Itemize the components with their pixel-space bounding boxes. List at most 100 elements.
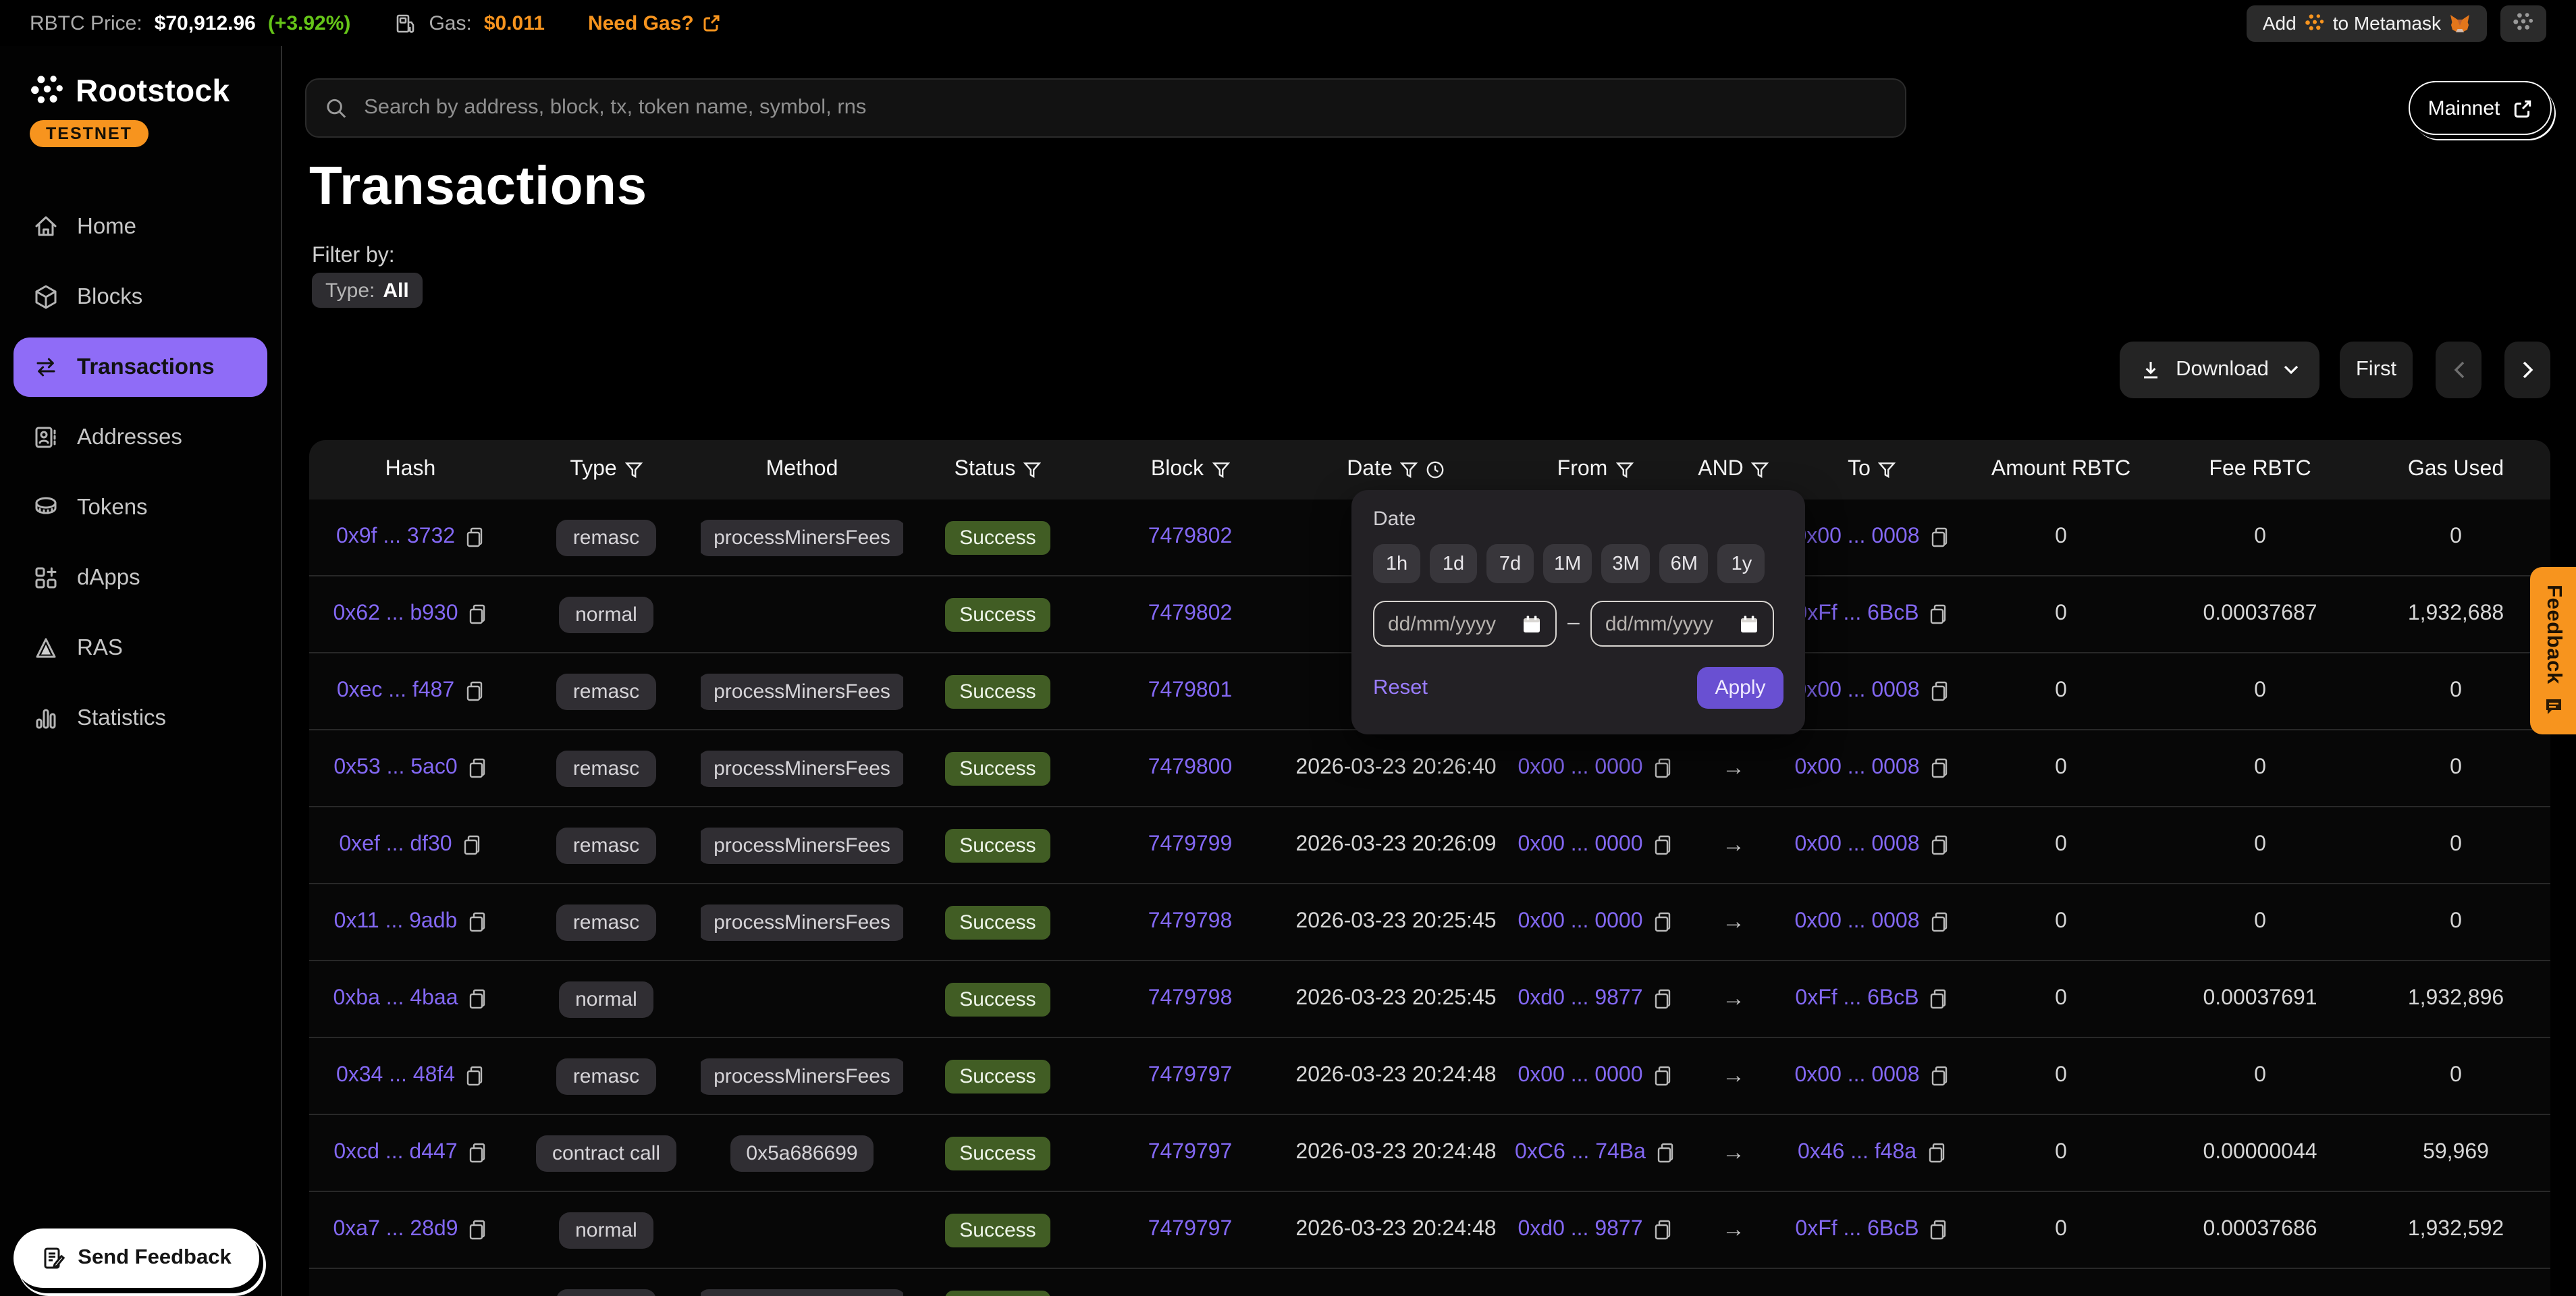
copy-icon[interactable] xyxy=(1655,1142,1675,1164)
sidebar-item-home[interactable]: Home xyxy=(14,197,267,256)
copy-icon[interactable] xyxy=(1926,1142,1946,1164)
block-link[interactable]: 7479802 xyxy=(1148,602,1233,626)
next-page-button[interactable] xyxy=(2504,342,2550,398)
previous-page-button[interactable] xyxy=(2436,342,2481,398)
block-link[interactable]: 7479797 xyxy=(1148,1141,1233,1165)
to-address-link[interactable]: 0x00 ... 0008 xyxy=(1794,679,1919,703)
filter-icon[interactable] xyxy=(1615,461,1633,479)
need-gas-link[interactable]: Need Gas? xyxy=(588,11,721,34)
from-address-link[interactable]: 0x00 ... 0000 xyxy=(1518,1064,1642,1088)
copy-icon[interactable] xyxy=(466,911,487,933)
copy-icon[interactable] xyxy=(1929,911,1950,933)
copy-icon[interactable] xyxy=(1929,526,1950,548)
date-range-chip-7d[interactable]: 7d xyxy=(1486,544,1534,583)
sidebar-item-dapps[interactable]: dApps xyxy=(14,548,267,608)
from-address-link[interactable]: 0xd0 ... 9877 xyxy=(1518,1218,1642,1242)
download-button[interactable]: Download xyxy=(2120,342,2319,398)
tx-hash-link[interactable]: 0x53 ... 5ac0 xyxy=(333,756,457,780)
copy-icon[interactable] xyxy=(1653,988,1673,1010)
copy-icon[interactable] xyxy=(1653,1065,1673,1087)
column-header-date[interactable]: Date xyxy=(1288,458,1504,482)
copy-icon[interactable] xyxy=(1929,1065,1950,1087)
column-header-to[interactable]: To xyxy=(1781,458,1963,482)
copy-icon[interactable] xyxy=(467,757,487,779)
from-address-link[interactable]: 0xC6 ... 74Ba xyxy=(1515,1141,1646,1165)
tx-hash-link[interactable]: 0xba ... 4baa xyxy=(333,987,458,1011)
copy-icon[interactable] xyxy=(468,988,488,1010)
date-range-chip-3M[interactable]: 3M xyxy=(1601,544,1650,583)
from-address-link[interactable]: 0xd0 ... 9877 xyxy=(1518,987,1642,1011)
rootstock-apps-button[interactable] xyxy=(2500,5,2546,41)
block-link[interactable]: 7479798 xyxy=(1148,987,1233,1011)
filter-icon[interactable] xyxy=(625,461,643,479)
tx-hash-link[interactable]: 0x62 ... b930 xyxy=(333,602,458,626)
filter-icon[interactable] xyxy=(1212,461,1229,479)
tx-hash-link[interactable]: 0xcd ... d447 xyxy=(333,1141,457,1165)
sidebar-item-statistics[interactable]: Statistics xyxy=(14,688,267,748)
to-address-link[interactable]: 0x00 ... 0008 xyxy=(1794,910,1919,934)
from-address-link[interactable]: 0x00 ... 0000 xyxy=(1518,910,1642,934)
tx-hash-link[interactable]: 0xa7 ... 28d9 xyxy=(333,1218,458,1242)
copy-icon[interactable] xyxy=(1653,757,1673,779)
date-range-chip-1M[interactable]: 1M xyxy=(1543,544,1592,583)
tx-hash-link[interactable]: 0x9f ... 3732 xyxy=(336,525,455,549)
copy-icon[interactable] xyxy=(1929,680,1950,702)
block-link[interactable]: 7479802 xyxy=(1148,525,1233,549)
copy-icon[interactable] xyxy=(1929,603,1949,625)
network-switch-button[interactable]: Mainnet xyxy=(2409,81,2552,135)
column-header-status[interactable]: Status xyxy=(903,458,1092,482)
column-header-and[interactable]: AND xyxy=(1686,458,1781,482)
to-address-link[interactable]: 0x00 ... 0008 xyxy=(1794,833,1919,857)
block-link[interactable]: 7479801 xyxy=(1148,679,1233,703)
clock-icon[interactable] xyxy=(1426,460,1445,479)
sidebar-item-blocks[interactable]: Blocks xyxy=(14,267,267,327)
block-link[interactable]: 7479797 xyxy=(1148,1218,1233,1242)
copy-icon[interactable] xyxy=(1929,834,1950,856)
tx-hash-link[interactable]: 0x11 ... 9adb xyxy=(334,910,458,934)
to-address-link[interactable]: 0xFf ... 6BcB xyxy=(1795,602,1918,626)
copy-icon[interactable] xyxy=(464,526,485,548)
to-address-link[interactable]: 0x00 ... 0008 xyxy=(1794,756,1919,780)
to-address-link[interactable]: 0x00 ... 0008 xyxy=(1794,1064,1919,1088)
filter-icon[interactable] xyxy=(1401,461,1418,479)
copy-icon[interactable] xyxy=(468,1219,488,1241)
date-from-input[interactable]: dd/mm/yyyy xyxy=(1373,601,1557,647)
copy-icon[interactable] xyxy=(464,680,484,702)
date-range-chip-1h[interactable]: 1h xyxy=(1373,544,1420,583)
from-address-link[interactable]: 0x00 ... 0000 xyxy=(1518,756,1642,780)
filter-icon[interactable] xyxy=(1023,461,1041,479)
copy-icon[interactable] xyxy=(1653,834,1673,856)
date-range-chip-6M[interactable]: 6M xyxy=(1660,544,1709,583)
date-reset-link[interactable]: Reset xyxy=(1373,676,1428,700)
from-address-link[interactable]: 0x00 ... 0000 xyxy=(1518,833,1642,857)
block-link[interactable]: 7479798 xyxy=(1148,910,1233,934)
date-range-chip-1d[interactable]: 1d xyxy=(1430,544,1477,583)
copy-icon[interactable] xyxy=(464,1065,485,1087)
filter-icon[interactable] xyxy=(1879,461,1896,479)
first-page-button[interactable]: First xyxy=(2340,342,2413,398)
sidebar-item-transactions[interactable]: Transactions xyxy=(14,338,267,397)
sidebar-item-addresses[interactable]: Addresses xyxy=(14,408,267,467)
sidebar-item-tokens[interactable]: Tokens xyxy=(14,478,267,537)
to-address-link[interactable]: 0xFf ... 6BcB xyxy=(1795,1218,1918,1242)
feedback-tab[interactable]: Feedback xyxy=(2530,567,2576,734)
copy-icon[interactable] xyxy=(1653,911,1673,933)
column-header-block[interactable]: Block xyxy=(1092,458,1288,482)
send-feedback-button[interactable]: Send Feedback xyxy=(14,1228,259,1288)
column-header-type[interactable]: Type xyxy=(512,458,701,482)
tx-hash-link[interactable]: 0x34 ... 48f4 xyxy=(336,1064,455,1088)
copy-icon[interactable] xyxy=(1653,1219,1673,1241)
search-input[interactable] xyxy=(361,94,1886,122)
copy-icon[interactable] xyxy=(1929,988,1949,1010)
date-to-input[interactable]: dd/mm/yyyy xyxy=(1590,601,1774,647)
copy-icon[interactable] xyxy=(467,1142,487,1164)
add-to-metamask-button[interactable]: Add to Metamask xyxy=(2247,5,2487,41)
date-range-chip-1y[interactable]: 1y xyxy=(1718,544,1765,583)
copy-icon[interactable] xyxy=(1929,1219,1949,1241)
copy-icon[interactable] xyxy=(462,834,482,856)
block-link[interactable]: 7479799 xyxy=(1148,833,1233,857)
to-address-link[interactable]: 0x00 ... 0008 xyxy=(1794,525,1919,549)
to-address-link[interactable]: 0xFf ... 6BcB xyxy=(1795,987,1918,1011)
filter-icon[interactable] xyxy=(1752,461,1769,479)
to-address-link[interactable]: 0x46 ... f48a xyxy=(1798,1141,1916,1165)
